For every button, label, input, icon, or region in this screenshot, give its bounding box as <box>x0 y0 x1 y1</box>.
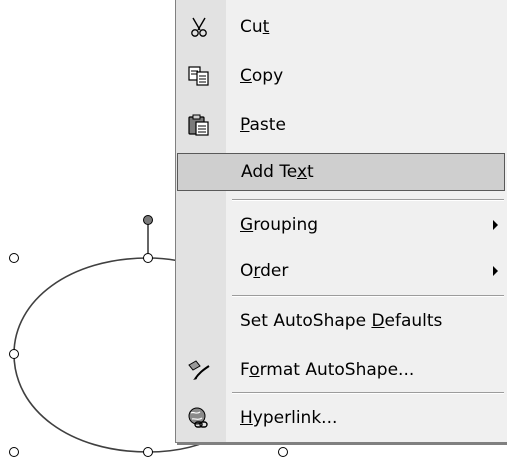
menu-item-set-autoshape-defaults[interactable]: Set AutoShape Defaults <box>176 302 506 340</box>
menu-separator <box>232 199 504 201</box>
menu-item-label: Copy <box>240 66 284 86</box>
rotation-handle[interactable] <box>143 215 153 225</box>
menu-item-label: Cut <box>240 17 270 37</box>
hyperlink-globe-icon <box>186 406 212 430</box>
menu-item-copy[interactable]: Copy <box>176 57 506 95</box>
menu-item-label: Add Text <box>241 162 314 182</box>
scissors-icon <box>186 15 212 39</box>
submenu-arrow-icon <box>493 266 498 276</box>
menu-item-hyperlink[interactable]: Hyperlink... <box>176 399 506 437</box>
copy-icon <box>186 64 212 88</box>
sizing-handle-top-center[interactable] <box>143 253 153 263</box>
menu-item-format-autoshape[interactable]: Format AutoShape... <box>176 351 506 389</box>
menu-item-grouping[interactable]: Grouping <box>176 206 506 244</box>
submenu-arrow-icon <box>493 220 498 230</box>
menu-item-label: Grouping <box>240 215 319 235</box>
sizing-handle-top-left[interactable] <box>9 253 19 263</box>
menu-item-cut[interactable]: Cut <box>176 8 506 46</box>
menu-item-label: Paste <box>240 115 286 135</box>
sizing-handle-bottom-left[interactable] <box>9 447 19 457</box>
sizing-handle-bottom-right[interactable] <box>278 447 288 457</box>
menu-item-label: Hyperlink... <box>240 408 338 428</box>
sizing-handle-middle-left[interactable] <box>9 349 19 359</box>
menu-separator <box>232 392 504 394</box>
menu-item-label: Set AutoShape Defaults <box>240 311 443 331</box>
format-autoshape-icon <box>186 358 212 382</box>
sizing-handle-bottom-center[interactable] <box>143 447 153 457</box>
menu-item-paste[interactable]: Paste <box>176 106 506 144</box>
context-menu: Cut Copy Paste Add Text Grouping Order S… <box>175 0 507 443</box>
menu-item-label: Format AutoShape... <box>240 360 415 380</box>
menu-item-add-text[interactable]: Add Text <box>177 153 505 191</box>
paste-icon <box>186 113 212 137</box>
menu-separator <box>232 295 504 297</box>
menu-item-label: Order <box>240 261 289 281</box>
menu-item-order[interactable]: Order <box>176 252 506 290</box>
